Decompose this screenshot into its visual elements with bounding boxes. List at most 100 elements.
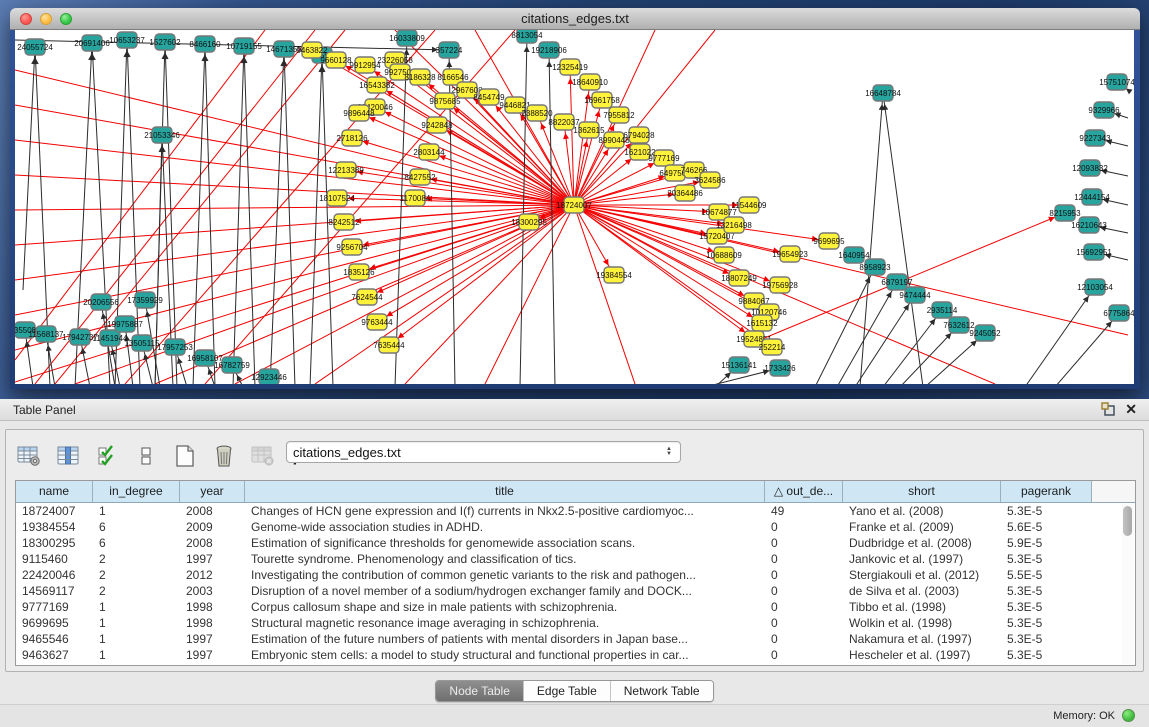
cell-title[interactable]: Structural magnetic resonance image aver… [245, 615, 765, 631]
cell-title[interactable]: Embryonic stem cells: a model to study s… [245, 647, 765, 663]
graph-node[interactable]: 8813054 [511, 30, 543, 43]
table-row[interactable]: 2242004622012Investigating the contribut… [16, 567, 1135, 583]
graph-node[interactable]: 2718126 [336, 130, 368, 146]
cell-pagerank[interactable]: 5.3E-5 [1001, 615, 1092, 631]
cell-title[interactable]: Tourette syndrome. Phenomenology and cla… [245, 551, 765, 567]
close-window-button[interactable] [20, 13, 32, 25]
graph-node[interactable]: 12325419 [552, 59, 588, 75]
cell-in_degree[interactable]: 2 [93, 583, 180, 599]
cell-title[interactable]: Estimation of the future numbers of pati… [245, 631, 765, 647]
cell-pagerank[interactable]: 5.9E-5 [1001, 535, 1092, 551]
column-header-name[interactable]: name [16, 481, 93, 502]
cell-name[interactable]: 14569117 [16, 583, 93, 599]
graph-node[interactable]: 18107524 [319, 190, 355, 206]
delete-rows-trash-button[interactable] [211, 443, 237, 469]
graph-node[interactable]: 16210643 [1071, 217, 1107, 233]
table-row[interactable]: 969969511998Structural magnetic resonanc… [16, 615, 1135, 631]
cell-out_de[interactable]: 0 [765, 647, 843, 663]
graph-node[interactable]: 9763444 [361, 314, 393, 330]
table-row[interactable]: 1938455462009Genome-wide association stu… [16, 519, 1135, 535]
graph-node[interactable]: 7955812 [603, 107, 635, 123]
column-header-in_degree[interactable]: in_degree [93, 481, 180, 502]
cell-year[interactable]: 2012 [180, 567, 245, 583]
cell-name[interactable]: 9777169 [16, 599, 93, 615]
window-titlebar[interactable]: citations_edges.txt [10, 8, 1140, 30]
cell-year[interactable]: 1997 [180, 551, 245, 567]
cell-title[interactable]: Disruption of a novel member of a sodium… [245, 583, 765, 599]
cell-short[interactable]: Stergiakouli et al. (2012) [843, 567, 1001, 583]
table-vertical-scrollbar[interactable] [1122, 504, 1134, 664]
graph-node[interactable]: 1733426 [764, 360, 796, 376]
graph-node[interactable]: 12923446 [251, 369, 287, 384]
scrollbar-thumb[interactable] [1123, 506, 1132, 536]
row-height-button[interactable] [133, 443, 159, 469]
graph-node[interactable]: 16543382 [359, 77, 395, 93]
graph-node[interactable]: 9256704 [336, 239, 368, 255]
cell-in_degree[interactable]: 2 [93, 567, 180, 583]
table-row[interactable]: 946362711997Embryonic stem cells: a mode… [16, 647, 1135, 663]
selection-mode-button[interactable] [94, 443, 120, 469]
column-visibility-button[interactable] [55, 443, 81, 469]
cell-out_de[interactable]: 0 [765, 615, 843, 631]
cell-name[interactable]: 9465546 [16, 631, 93, 647]
close-panel-icon[interactable]: ✕ [1125, 402, 1137, 416]
graph-node[interactable]: 15136141 [721, 357, 757, 373]
cell-out_de[interactable]: 0 [765, 535, 843, 551]
graph-node[interactable]: 9329966 [1088, 102, 1120, 118]
cell-pagerank[interactable]: 5.3E-5 [1001, 647, 1092, 663]
graph-node[interactable]: 19218906 [531, 42, 567, 58]
graph-node[interactable]: 12093832 [1072, 160, 1108, 176]
cell-in_degree[interactable]: 1 [93, 647, 180, 663]
cell-pagerank[interactable]: 5.3E-5 [1001, 503, 1092, 519]
table-row[interactable]: 911546021997Tourette syndrome. Phenomeno… [16, 551, 1135, 567]
cell-short[interactable]: Wolkin et al. (1998) [843, 615, 1001, 631]
graph-node[interactable]: 1527602 [149, 34, 181, 50]
cell-out_de[interactable]: 0 [765, 567, 843, 583]
graph-node[interactable]: 16648784 [865, 85, 901, 101]
memory-status-indicator[interactable] [1122, 709, 1135, 722]
graph-node[interactable]: 10688609 [706, 247, 742, 263]
table-row[interactable]: 1456911722003Disruption of a novel membe… [16, 583, 1135, 599]
cell-year[interactable]: 1997 [180, 631, 245, 647]
cell-in_degree[interactable]: 1 [93, 503, 180, 519]
table-row[interactable]: 977716911998Corpus callosum shape and si… [16, 599, 1135, 615]
cell-short[interactable]: Jankovic et al. (1997) [843, 551, 1001, 567]
cell-name[interactable]: 9699695 [16, 615, 93, 631]
graph-node[interactable]: 2935114 [927, 302, 958, 318]
cell-short[interactable]: Yano et al. (2008) [843, 503, 1001, 519]
column-header-title[interactable]: title [245, 481, 765, 502]
graph-node[interactable]: 15692951 [1076, 244, 1112, 260]
cell-name[interactable]: 9463627 [16, 647, 93, 663]
cell-name[interactable]: 18724007 [16, 503, 93, 519]
column-header-pagerank[interactable]: pagerank [1001, 481, 1092, 502]
graph-node[interactable]: 1170084 [400, 190, 431, 206]
graph-node[interactable]: 20364486 [667, 185, 703, 201]
cell-in_degree[interactable]: 1 [93, 599, 180, 615]
cell-pagerank[interactable]: 5.3E-5 [1001, 631, 1092, 647]
zoom-window-button[interactable] [60, 13, 72, 25]
cell-year[interactable]: 1998 [180, 599, 245, 615]
graph-node[interactable]: 19654923 [772, 246, 808, 262]
cell-short[interactable]: de Silva et al. (2003) [843, 583, 1001, 599]
cell-year[interactable]: 1997 [180, 647, 245, 663]
cell-in_degree[interactable]: 1 [93, 631, 180, 647]
cell-title[interactable]: Estimation of significance thresholds fo… [245, 535, 765, 551]
graph-node[interactable]: 15751074 [1099, 74, 1134, 90]
graph-node[interactable]: 16961758 [584, 92, 620, 108]
graph-node[interactable]: 11544609 [732, 197, 768, 213]
graph-node[interactable]: 16033809 [389, 30, 425, 46]
cell-pagerank[interactable]: 5.3E-5 [1001, 583, 1092, 599]
cell-out_de[interactable]: 0 [765, 631, 843, 647]
cell-title[interactable]: Investigating the contribution of common… [245, 567, 765, 583]
cell-name[interactable]: 18300295 [16, 535, 93, 551]
network-canvas[interactable]: 1872400724055724206914061065323715276028… [15, 30, 1134, 384]
cell-pagerank[interactable]: 5.5E-5 [1001, 567, 1092, 583]
network-view-window[interactable]: citations_edges.txt 18724007240557242069… [10, 8, 1140, 389]
cell-in_degree[interactable]: 1 [93, 615, 180, 631]
cell-year[interactable]: 2009 [180, 519, 245, 535]
table-row[interactable]: 1872400712008Changes of HCN gene express… [16, 503, 1135, 519]
minimize-window-button[interactable] [40, 13, 52, 25]
cell-year[interactable]: 2008 [180, 535, 245, 551]
graph-node[interactable]: 8215953 [1049, 205, 1081, 221]
cell-pagerank[interactable]: 5.3E-5 [1001, 551, 1092, 567]
